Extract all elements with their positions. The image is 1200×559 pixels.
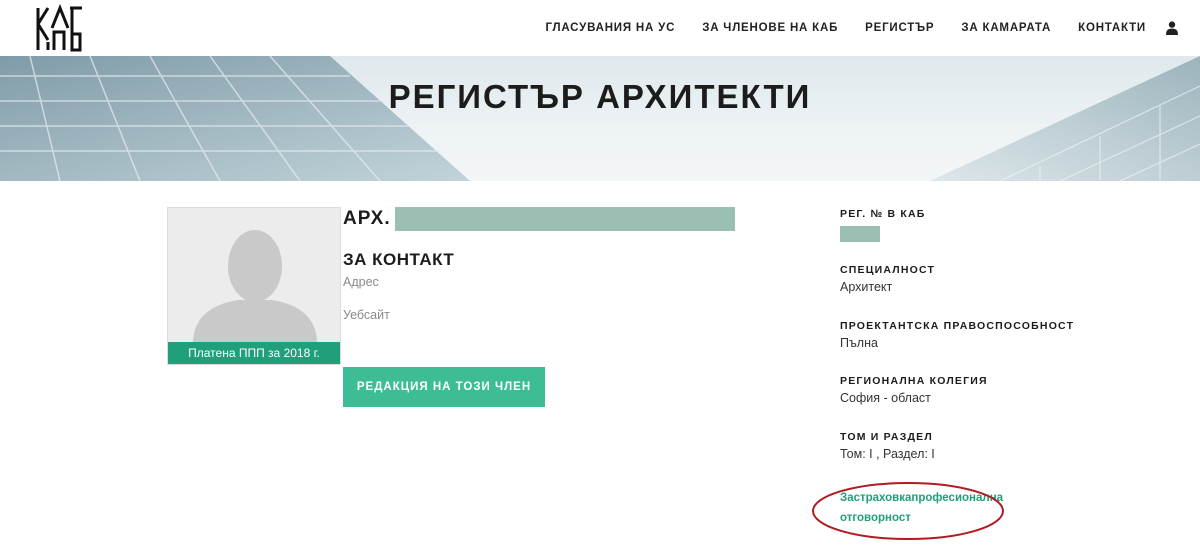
avatar-placeholder-icon	[193, 230, 317, 344]
specialty-value: Архитект	[840, 280, 893, 294]
site-header: ГЛАСУВАНИЯ НА УС ЗА ЧЛЕНОВЕ НА КАБ РЕГИС…	[0, 0, 1200, 56]
page: ГЛАСУВАНИЯ НА УС ЗА ЧЛЕНОВЕ НА КАБ РЕГИС…	[0, 0, 1200, 559]
page-banner: РЕГИСТЪР АРХИТЕКТИ	[0, 56, 1200, 181]
capacity-label: ПРОЕКТАНТСКА ПРАВОСПОСОБНОСТ	[840, 320, 1075, 332]
nav-contacts[interactable]: КОНТАКТИ	[1078, 22, 1146, 34]
main-nav: ГЛАСУВАНИЯ НА УС ЗА ЧЛЕНОВЕ НА КАБ РЕГИС…	[518, 0, 1178, 56]
member-name: АРХ.	[343, 207, 735, 231]
nav-about-chamber[interactable]: ЗА КАМАРАТА	[961, 22, 1051, 34]
volume-label: ТОМ И РАЗДЕЛ	[840, 431, 933, 443]
redacted-reg-number	[840, 226, 880, 242]
nav-register[interactable]: РЕГИСТЪР	[865, 22, 934, 34]
specialty-field: СПЕЦИАЛНОСТ Архитект	[840, 264, 935, 294]
specialty-label: СПЕЦИАЛНОСТ	[840, 264, 936, 276]
redacted-name	[394, 207, 735, 231]
volume-field: ТОМ И РАЗДЕЛ Том: I , Раздел: I	[840, 431, 935, 461]
page-title: РЕГИСТЪР АРХИТЕКТИ	[388, 78, 812, 115]
edit-member-button[interactable]: РЕДАКЦИЯ НА ТОЗИ ЧЛЕН	[343, 367, 545, 407]
capacity-value: Пълна	[840, 336, 878, 350]
college-label: РЕГИОНАЛНА КОЛЕГИЯ	[840, 375, 988, 387]
college-value: София - област	[840, 391, 931, 405]
member-photo: Платена ППП за 2018 г.	[167, 207, 341, 365]
contact-heading: ЗА КОНТАКТ	[343, 250, 455, 269]
glass-building-background	[0, 56, 1200, 181]
highlight-ellipse	[812, 482, 1004, 540]
reg-number-field: РЕГ. № В КАБ	[840, 208, 926, 242]
nav-votes[interactable]: ГЛАСУВАНИЯ НА УС	[545, 22, 675, 34]
name-prefix: АРХ.	[343, 208, 391, 229]
college-field: РЕГИОНАЛНА КОЛЕГИЯ София - област	[840, 375, 988, 405]
address-label: Адрес	[343, 275, 379, 289]
website-label: Уебсайт	[343, 308, 390, 322]
volume-value: Том: I , Раздел: I	[840, 447, 935, 461]
nav-for-members[interactable]: ЗА ЧЛЕНОВЕ НА КАБ	[702, 22, 838, 34]
kab-logo[interactable]	[34, 4, 84, 52]
capacity-field: ПРОЕКТАНТСКА ПРАВОСПОСОБНОСТ Пълна	[840, 320, 1074, 350]
reg-number-label: РЕГ. № В КАБ	[840, 208, 926, 220]
user-icon[interactable]	[1166, 21, 1178, 35]
ppp-paid-badge: Платена ППП за 2018 г.	[168, 342, 340, 364]
